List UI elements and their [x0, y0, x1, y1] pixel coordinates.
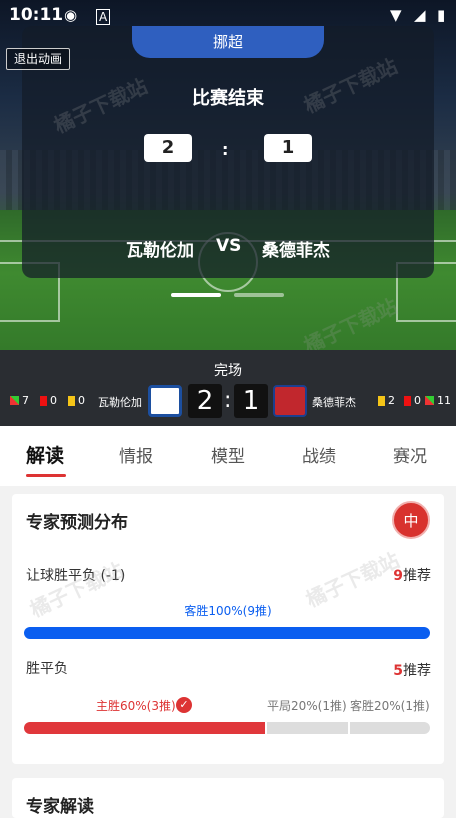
away-score: 1 [264, 134, 312, 162]
handicap-suffix: 推荐 [403, 568, 431, 584]
check-icon: ✓ [176, 697, 192, 713]
home-red-cards: 0 [50, 394, 57, 407]
away-red-cards: 0 [414, 394, 421, 407]
wdl-away-fill [349, 722, 430, 734]
wdl-away-caption: 客胜20%(1推) [350, 699, 430, 713]
expert-prediction-panel: 专家预测分布 中 让球胜平负 (-1) 9推荐 客胜100%(9推) 胜平负 5… [12, 494, 444, 764]
corner-flag-icon [10, 396, 19, 405]
notification-icon: ◉ [64, 6, 78, 24]
yellow-card-icon [378, 395, 385, 406]
wdl-bar [24, 722, 430, 734]
hit-badge: 中 [392, 501, 430, 539]
exit-animation-button[interactable]: 退出动画 [6, 48, 70, 70]
score-separator: : [222, 140, 229, 159]
red-card-icon [404, 395, 411, 406]
red-card-icon [40, 395, 47, 406]
away-team-name: 桑德菲杰 [312, 396, 356, 409]
final-status: 完场 [214, 363, 242, 379]
away-corners: 11 [437, 394, 451, 407]
wdl-draw-fill [267, 722, 348, 734]
tab-bar: 解读 情报 模型 战绩 赛况 [0, 426, 456, 486]
handicap-count: 9 [393, 568, 403, 584]
home-score: 2 [144, 134, 192, 162]
page-dot-active[interactable] [171, 293, 221, 297]
wifi-icon: ▼ [390, 6, 402, 24]
home-corners: 7 [22, 394, 29, 407]
wdl-count: 5 [393, 663, 403, 679]
wdl-home-fill [24, 722, 266, 734]
away-yellow-cards: 2 [388, 394, 395, 407]
vs-label: VS [216, 236, 242, 256]
away-score-digit: 1 [234, 384, 268, 418]
wdl-home-caption: 主胜60%(3推) [96, 699, 176, 713]
corner-flag-icon [425, 396, 434, 405]
away-team: 桑德菲杰 [262, 241, 330, 261]
tab-model[interactable]: 模型 [211, 442, 245, 467]
away-stats: 2 0 11 [378, 394, 451, 407]
tab-intel[interactable]: 情报 [119, 442, 153, 467]
home-team-logo [148, 385, 182, 417]
app-icon: A [96, 9, 111, 25]
home-team: 瓦勒伦加 [126, 241, 194, 261]
away-team-logo [273, 385, 307, 417]
active-tab-indicator [26, 474, 66, 477]
yellow-card-icon [68, 395, 75, 406]
home-team-name: 瓦勒伦加 [98, 396, 142, 409]
handicap-bar-fill [24, 627, 430, 639]
handicap-recommend-count: 9推荐 [393, 565, 431, 585]
tab-record[interactable]: 战绩 [302, 442, 336, 467]
league-name: 挪超 [132, 26, 324, 58]
wdl-draw-caption: 平局20%(1推) [267, 699, 347, 713]
signal-icon: ◢ [414, 6, 426, 24]
wdl-label: 胜平负 [26, 661, 68, 677]
page-dot[interactable] [234, 293, 284, 297]
panel-title: 专家预测分布 [26, 513, 128, 533]
handicap-label: 让球胜平负 (-1) [26, 568, 126, 584]
clock: 10:11 [9, 5, 64, 25]
home-score-digit: 2 [188, 384, 222, 418]
wdl-suffix: 推荐 [403, 663, 431, 679]
handicap-bar [24, 627, 430, 639]
tab-analysis[interactable]: 解读 [26, 441, 64, 468]
wdl-recommend-count: 5推荐 [393, 660, 431, 680]
panel2-title: 专家解读 [26, 797, 94, 817]
match-summary-bar: 完场 7 0 0 瓦勒伦加 2 : 1 桑德菲杰 2 0 11 [0, 350, 456, 426]
home-stats: 7 0 0 [10, 394, 85, 407]
score-colon: : [224, 388, 232, 413]
match-status: 比赛结束 [192, 88, 264, 109]
battery-icon: ▮ [437, 6, 446, 24]
home-yellow-cards: 0 [78, 394, 85, 407]
match-animation: 10:11 ◉ A ▼ ◢ ▮ 挪超 退出动画 比赛结束 2 : 1 瓦勒伦加 … [0, 0, 456, 350]
tab-live[interactable]: 赛况 [393, 442, 427, 467]
expert-analysis-panel: 专家解读 [12, 778, 444, 818]
handicap-caption: 客胜100%(9推) [184, 604, 272, 618]
